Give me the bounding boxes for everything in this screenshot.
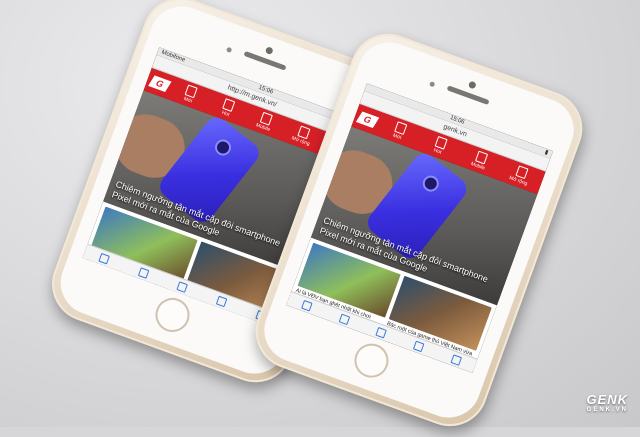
- bookmarks-icon[interactable]: [413, 340, 425, 352]
- camera-lens: [419, 172, 443, 195]
- home-button[interactable]: [349, 338, 394, 383]
- home-button[interactable]: [150, 293, 195, 337]
- back-icon[interactable]: [98, 252, 111, 265]
- back-icon[interactable]: [301, 299, 314, 312]
- forward-icon[interactable]: [137, 266, 150, 279]
- front-camera-icon: [264, 46, 274, 56]
- watermark-domain: GENK.VN: [586, 407, 628, 413]
- share-icon[interactable]: [176, 281, 189, 293]
- forward-icon[interactable]: [338, 313, 351, 325]
- genk-logo-icon[interactable]: G: [355, 111, 380, 129]
- front-camera-icon: [467, 80, 477, 90]
- proximity-sensor: [428, 81, 436, 88]
- bookmarks-icon[interactable]: [216, 295, 228, 307]
- status-carrier: [368, 85, 371, 93]
- earpiece-speaker: [243, 50, 287, 71]
- camera-lens: [211, 136, 235, 159]
- share-icon[interactable]: [375, 326, 388, 339]
- earpiece-speaker: [446, 85, 490, 106]
- tabs-icon[interactable]: [450, 353, 462, 366]
- genk-watermark: GENK GENK.VN: [586, 392, 628, 413]
- proximity-sensor: [225, 46, 233, 54]
- watermark-brand: GENK: [586, 392, 628, 407]
- genk-logo-icon[interactable]: G: [148, 75, 172, 92]
- battery-icon: ▮: [543, 149, 549, 157]
